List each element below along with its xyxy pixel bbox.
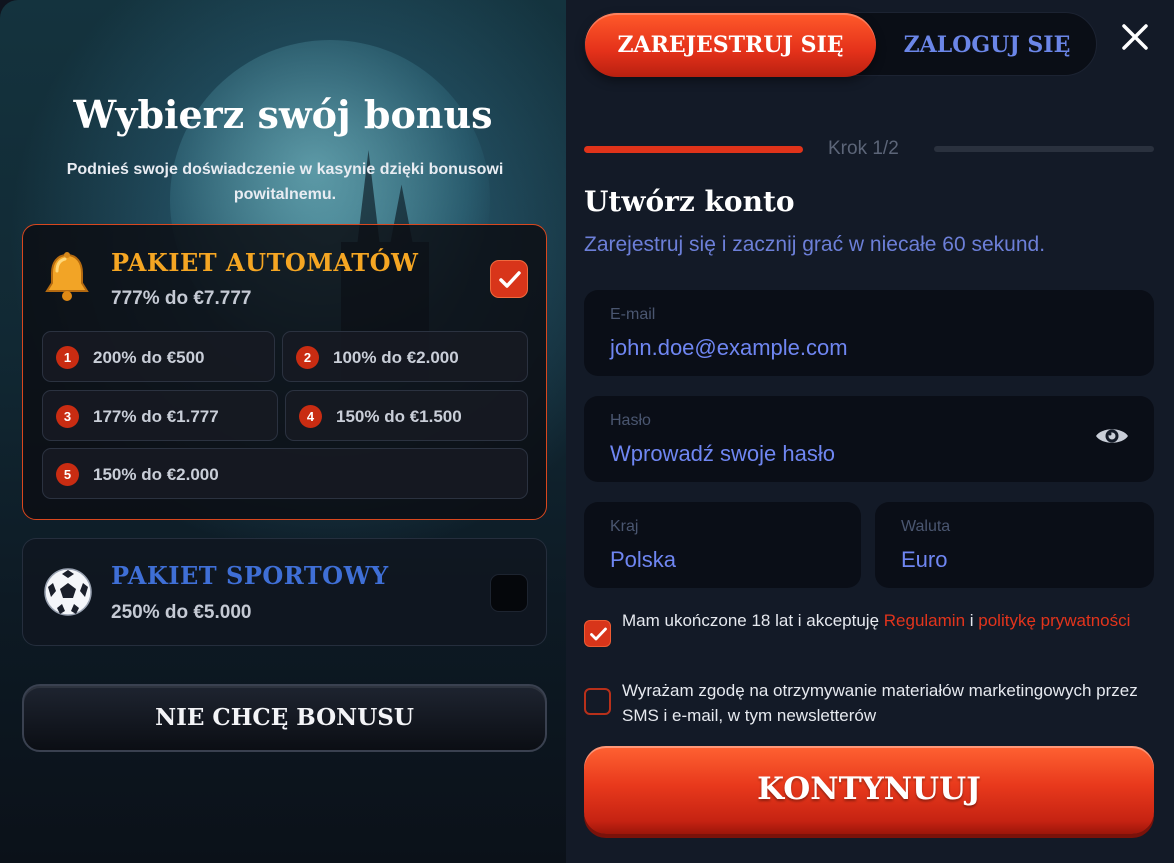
package-select-checkbox[interactable] (490, 260, 528, 298)
tier-text: 100% do €2.000 (333, 348, 459, 367)
currency-select[interactable]: Waluta Euro (875, 502, 1154, 588)
password-placeholder: Wprowadź swoje hasło (610, 441, 835, 466)
bonus-tier: 2 100% do €2.000 (282, 331, 528, 382)
email-value: john.doe@example.com (610, 335, 848, 360)
package-title: PAKIET SPORTOWY (111, 561, 389, 590)
package-title: PAKIET AUTOMATÓW (111, 248, 419, 277)
bonus-tier: 3 177% do €1.777 (42, 390, 278, 441)
marketing-consent-text: Wyrażam zgodę na otrzymywanie materiałów… (622, 681, 1138, 725)
package-select-checkbox[interactable] (490, 574, 528, 612)
eye-icon[interactable] (1094, 424, 1130, 448)
age-consent-text: Mam ukończone 18 lat i akceptuję Regulam… (622, 611, 1131, 630)
tab-login[interactable]: ZALOGUJ SIĘ (876, 13, 1098, 77)
tier-number: 3 (56, 405, 79, 428)
terms-link[interactable]: Regulamin (884, 611, 965, 630)
form-subtitle: Zarejestruj się i zacznij grać w niecałe… (584, 233, 1046, 256)
checkmark-icon (590, 627, 607, 641)
bonus-title: Wybierz swój bonus (73, 92, 493, 137)
password-label: Hasło (610, 412, 651, 429)
step-progress-empty (934, 146, 1154, 152)
country-label: Kraj (610, 518, 639, 535)
package-sports[interactable]: PAKIET SPORTOWY 250% do €5.000 (22, 538, 547, 646)
tier-text: 150% do €1.500 (336, 407, 462, 426)
bonus-panel: Wybierz swój bonus Podnieś swoje doświad… (0, 0, 566, 863)
tier-text: 200% do €500 (93, 348, 205, 367)
no-bonus-button[interactable]: NIE CHCĘ BONUSU (22, 684, 547, 752)
email-field[interactable]: E-mail john.doe@example.com (584, 290, 1154, 376)
auth-panel: ZAREJESTRUJ SIĘ ZALOGUJ SIĘ Krok 1/2 Utw… (566, 0, 1174, 863)
bonus-tier: 1 200% do €500 (42, 331, 275, 382)
tier-number: 4 (299, 405, 322, 428)
age-consent-checkbox[interactable] (584, 620, 611, 647)
bell-icon (43, 251, 91, 303)
step-progress-filled (584, 146, 803, 153)
auth-tabs: ZAREJESTRUJ SIĘ ZALOGUJ SIĘ (584, 12, 1098, 77)
bonus-tier: 5 150% do €2.000 (42, 448, 528, 499)
soccer-ball-icon (43, 567, 92, 619)
package-slots[interactable]: PAKIET AUTOMATÓW 777% do €7.777 1 200% d… (22, 224, 547, 520)
tier-number: 1 (56, 346, 79, 369)
package-amount: 250% do €5.000 (111, 602, 252, 623)
privacy-policy-link[interactable]: politykę prywatności (978, 611, 1130, 630)
tab-register[interactable]: ZAREJESTRUJ SIĘ (585, 13, 876, 77)
bonus-subtitle: Podnieś swoje doświadczenie w kasynie dz… (66, 161, 504, 203)
tier-number: 2 (296, 346, 319, 369)
continue-button[interactable]: KONTYNUUJ (584, 746, 1154, 834)
form-title: Utwórz konto (584, 185, 795, 218)
currency-value: Euro (901, 547, 948, 572)
marketing-consent-checkbox[interactable] (584, 688, 611, 715)
currency-label: Waluta (901, 518, 951, 535)
package-amount: 777% do €7.777 (111, 288, 252, 309)
country-select[interactable]: Kraj Polska (584, 502, 861, 588)
email-label: E-mail (610, 306, 656, 323)
password-field[interactable]: Hasło Wprowadź swoje hasło (584, 396, 1154, 482)
tier-text: 150% do €2.000 (93, 465, 219, 484)
step-label: Krok 1/2 (828, 138, 899, 159)
country-value: Polska (610, 547, 677, 572)
bonus-tier: 4 150% do €1.500 (285, 390, 528, 441)
tier-text: 177% do €1.777 (93, 407, 219, 426)
tier-number: 5 (56, 463, 79, 486)
close-icon[interactable] (1118, 20, 1152, 54)
checkmark-icon (499, 271, 521, 288)
